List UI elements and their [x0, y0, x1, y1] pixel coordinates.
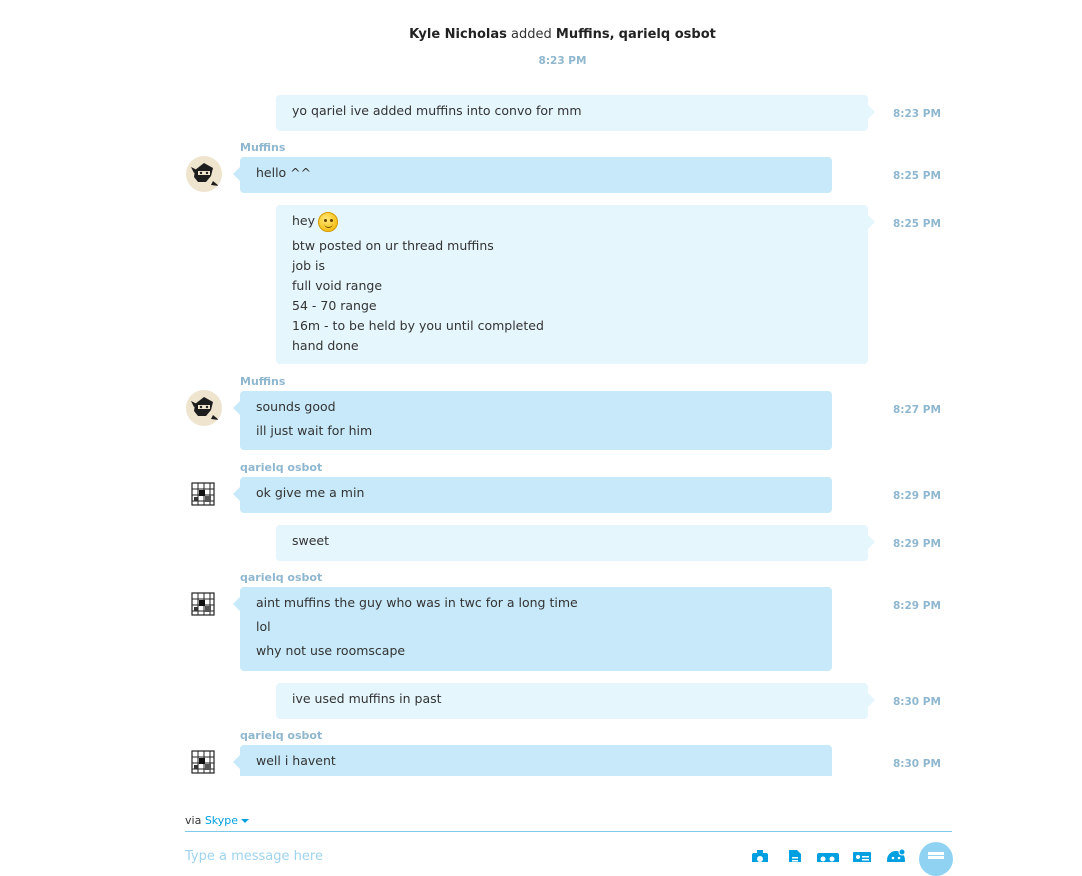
send-icon[interactable]: [919, 842, 953, 876]
muffins-avatar[interactable]: [186, 156, 222, 192]
incoming-message-bubble[interactable]: ok give me a min: [233, 477, 832, 513]
incoming-message-bubble[interactable]: hello ^^: [233, 157, 832, 193]
outgoing-message-bubble[interactable]: sweet: [276, 525, 875, 561]
osbot-avatar[interactable]: [190, 591, 218, 619]
pixel-avatar-icon: [191, 482, 215, 506]
sender-name: qarielq osbot: [240, 461, 323, 474]
message-text: yo qariel ive added muffins into convo f…: [292, 103, 582, 118]
composer-divider: [185, 831, 952, 832]
message-timestamp: 8:25 PM: [893, 170, 941, 182]
message-text: hey: [292, 213, 316, 228]
message-text: sounds good: [256, 399, 336, 414]
photo-icon[interactable]: [751, 848, 771, 862]
message-timestamp: 8:30 PM: [893, 696, 941, 708]
message-text: hand done: [292, 337, 359, 353]
message-text: full void range: [292, 277, 383, 293]
message-input[interactable]: [185, 849, 685, 864]
sender-name: Muffins: [240, 141, 286, 154]
pixel-avatar-icon: [191, 592, 215, 616]
message-text: 16m - to be held by you until completed: [292, 317, 544, 333]
file-icon[interactable]: [786, 848, 806, 862]
outgoing-message-bubble[interactable]: hey btw posted on ur thread muffins job …: [276, 205, 875, 364]
video-icon[interactable]: [816, 848, 840, 862]
message-timestamp: 8:29 PM: [893, 600, 941, 612]
message-text: sweet: [292, 533, 330, 548]
added-participant: Muffins: [555, 27, 610, 42]
message-text: ill just wait for him: [256, 423, 373, 438]
message-text: well i havent: [256, 753, 336, 768]
message-timestamp: 8:25 PM: [893, 218, 941, 230]
conversation-area: Kyle Nicholas added Muffins, qarielq osb…: [0, 0, 1082, 776]
ninja-avatar-icon: [186, 156, 222, 192]
incoming-message-bubble[interactable]: aint muffins the guy who was in twc for …: [233, 587, 832, 671]
message-text: lol: [256, 619, 271, 634]
emoticon-icon[interactable]: [886, 848, 906, 862]
system-message: Kyle Nicholas added Muffins, qarielq osb…: [0, 27, 1082, 42]
message-text: ive used muffins in past: [292, 691, 442, 706]
incoming-message-bubble[interactable]: well i havent: [233, 745, 832, 776]
smile-emoticon-icon: [318, 211, 339, 232]
message-text: why not use roomscape: [256, 643, 406, 658]
message-text: ok give me a min: [256, 485, 365, 500]
via-service-selector[interactable]: via Skype: [185, 814, 250, 827]
message-timestamp: 8:30 PM: [893, 758, 941, 770]
message-timestamp: 8:29 PM: [893, 490, 941, 502]
outgoing-message-bubble[interactable]: yo qariel ive added muffins into convo f…: [276, 95, 875, 131]
outgoing-message-bubble[interactable]: ive used muffins in past: [276, 683, 875, 719]
sender-name: qarielq osbot: [240, 571, 323, 584]
system-verb: added: [511, 27, 552, 42]
actor-name: Kyle Nicholas: [409, 27, 507, 42]
contact-card-icon[interactable]: [852, 848, 872, 862]
message-text: aint muffins the guy who was in twc for …: [256, 595, 578, 610]
message-timestamp: 8:29 PM: [893, 538, 941, 550]
message-line: hey: [292, 211, 852, 232]
message-timestamp: 8:23 PM: [893, 108, 941, 120]
participant-separator: ,: [609, 27, 615, 42]
message-timestamp: 8:27 PM: [893, 404, 941, 416]
pixel-avatar-icon: [191, 750, 215, 774]
sender-name: Muffins: [240, 375, 286, 388]
message-text: btw posted on ur thread muffins: [292, 237, 494, 253]
sender-name: qarielq osbot: [240, 729, 323, 742]
added-participant: qarielq osbot: [618, 27, 716, 42]
service-name[interactable]: Skype: [205, 814, 238, 827]
chevron-down-icon[interactable]: [241, 819, 250, 823]
message-text: 54 - 70 range: [292, 297, 377, 313]
message-text: hello ^^: [256, 165, 312, 180]
incoming-message-bubble[interactable]: sounds good ill just wait for him: [233, 391, 832, 450]
muffins-avatar[interactable]: [186, 390, 222, 426]
via-label: via: [185, 814, 202, 827]
osbot-avatar[interactable]: [190, 481, 218, 509]
message-text: job is: [292, 257, 326, 273]
osbot-avatar[interactable]: [190, 749, 218, 776]
system-timestamp: 8:23 PM: [538, 55, 587, 67]
ninja-avatar-icon: [186, 390, 222, 426]
